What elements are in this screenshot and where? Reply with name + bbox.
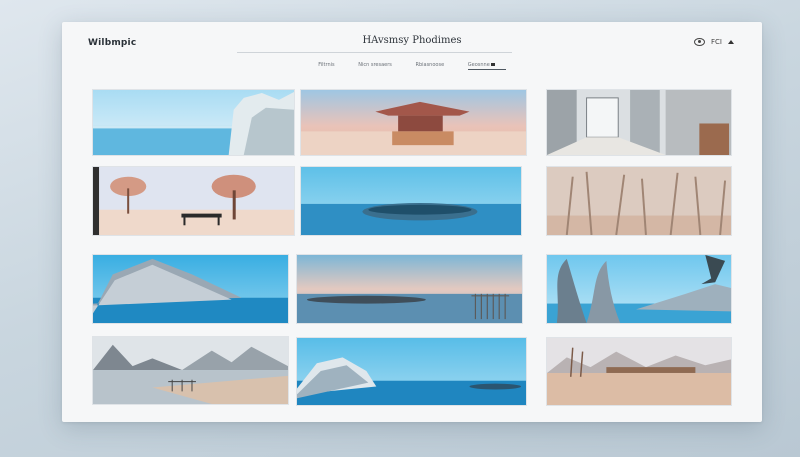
photo-thumbnail[interactable] [546, 166, 732, 236]
photo-thumbnail[interactable] [546, 89, 732, 156]
photo-thumbnail[interactable] [92, 336, 289, 405]
glacier-cliff-lake-image [93, 90, 294, 155]
pier-at-dusk-image [297, 255, 522, 323]
photo-thumbnail[interactable] [92, 89, 295, 156]
filter-nav: Filtrnis Nicn sresaers Rbiasnoose Geosnn… [62, 62, 762, 70]
misty-bare-forest-image [547, 167, 731, 235]
photo-thumbnail[interactable] [92, 254, 289, 324]
pavilion-desert-sunset-image [301, 90, 526, 155]
twisted-tree-lake-image [547, 255, 731, 323]
snowy-hill-lake-image [297, 338, 526, 405]
photo-thumbnail[interactable] [296, 254, 523, 324]
volcano-shoreline-image [93, 337, 288, 404]
header-text[interactable]: FCI [711, 38, 722, 46]
rock-mountain-water-image [93, 255, 288, 323]
bench-under-pink-trees-image [93, 167, 294, 235]
modern-corridor-interior-image [547, 90, 731, 155]
desert-mountain-plain-image [547, 338, 731, 405]
photo-thumbnail[interactable] [546, 254, 732, 324]
nav-item-filters[interactable]: Filtrnis [318, 62, 334, 68]
title-divider [237, 52, 512, 53]
pin-icon [490, 63, 495, 66]
nav-item-geosnne[interactable]: Geosnne [467, 62, 506, 70]
photo-thumbnail[interactable] [300, 89, 527, 156]
photo-thumbnail[interactable] [300, 166, 522, 236]
photo-thumbnail[interactable] [296, 337, 527, 406]
nav-item-label: Geosnne [467, 62, 490, 68]
photo-thumbnail[interactable] [92, 166, 295, 236]
nav-item-sresaers[interactable]: Nicn sresaers [358, 62, 392, 68]
nav-item-rbiasnoose[interactable]: Rbiasnoose [415, 62, 444, 68]
blue-lake-island-image [301, 167, 521, 235]
chevron-up-icon[interactable] [728, 40, 734, 44]
page-title: HAvsmsy Phodimes [362, 35, 462, 46]
eye-icon[interactable] [694, 38, 706, 46]
photo-thumbnail[interactable] [546, 337, 732, 406]
header-actions: FCI [694, 38, 734, 46]
